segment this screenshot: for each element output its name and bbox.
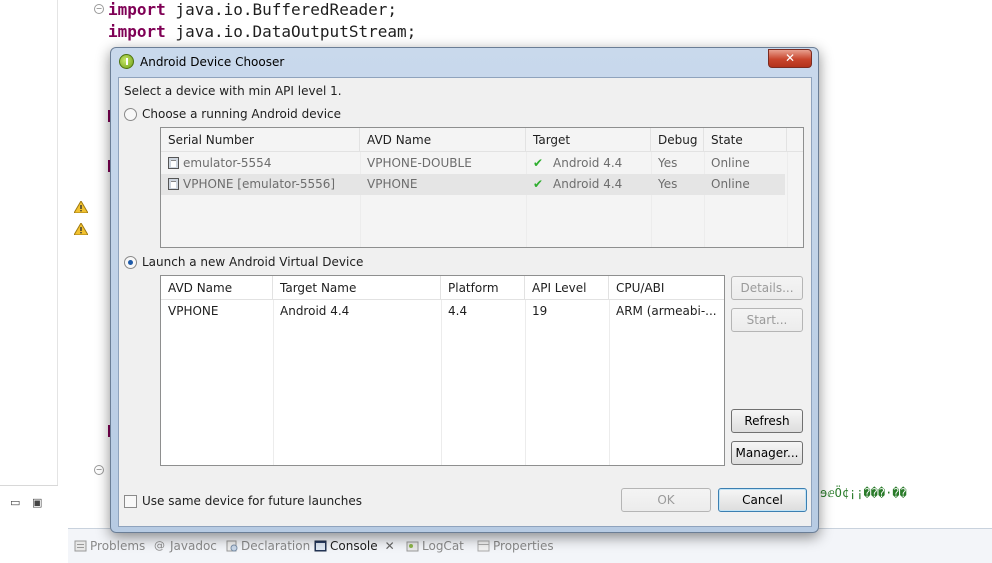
table-row[interactable]: emulator-5554 VPHONE-DOUBLE ✔ Android 4.4… bbox=[161, 153, 787, 174]
fold-toggle-icon[interactable]: − bbox=[94, 465, 104, 475]
state-cell: Online bbox=[711, 177, 750, 191]
android-device-chooser-dialog: Android Device Chooser ✕ Select a device… bbox=[110, 47, 819, 533]
column-header-target-name[interactable]: Target Name bbox=[273, 276, 441, 300]
table-row[interactable]: VPHONE [emulator-5556] VPHONE ✔ Android 4… bbox=[161, 174, 785, 195]
column-divider bbox=[609, 300, 610, 465]
device-icon bbox=[168, 178, 179, 190]
package-explorer-panel bbox=[0, 0, 58, 485]
avd-table: AVD Name Target Name Platform API Level … bbox=[160, 275, 725, 466]
table-row[interactable]: VPHONE Android 4.4 4.4 19 ARM (armeabi-.… bbox=[161, 301, 724, 322]
same-device-checkbox[interactable] bbox=[124, 494, 137, 508]
garbled-console-text: ɘⅇÖ¢¡¡���·�� bbox=[820, 486, 907, 500]
manager-button[interactable]: Manager... bbox=[731, 441, 803, 465]
serial-cell: VPHONE [emulator-5556] bbox=[161, 174, 360, 195]
ok-button[interactable]: OK bbox=[621, 488, 711, 512]
android-adt-icon bbox=[119, 54, 134, 69]
cpu-abi-cell: ARM (armeabi-... bbox=[616, 304, 717, 318]
column-header-platform[interactable]: Platform bbox=[441, 276, 525, 300]
problems-icon bbox=[74, 540, 87, 552]
column-header-state[interactable]: State bbox=[704, 128, 787, 152]
target-name-cell: Android 4.4 bbox=[280, 304, 350, 318]
warning-marker-icon[interactable] bbox=[74, 223, 88, 235]
view-tabs-bar: Problems @ Javadoc Declaration Console ✕… bbox=[68, 528, 992, 563]
code-line: import java.io.DataOutputStream; bbox=[108, 22, 417, 41]
close-tab-icon[interactable]: ✕ bbox=[385, 539, 395, 553]
min-api-prompt: Select a device with min API level 1. bbox=[124, 84, 342, 98]
debug-cell: Yes bbox=[658, 156, 678, 170]
check-icon: ✔ bbox=[533, 156, 544, 170]
tab-properties[interactable]: Properties bbox=[477, 539, 554, 553]
close-button[interactable]: ✕ bbox=[768, 49, 812, 68]
minimize-icon[interactable]: ▭ bbox=[10, 496, 20, 509]
logcat-icon bbox=[406, 540, 419, 552]
properties-icon bbox=[477, 540, 490, 552]
warning-marker-icon[interactable] bbox=[74, 201, 88, 213]
column-divider bbox=[787, 152, 788, 247]
tab-javadoc[interactable]: @ Javadoc bbox=[154, 539, 217, 553]
choose-running-device-option[interactable]: Choose a running Android device bbox=[124, 107, 341, 121]
avd-cell: VPHONE bbox=[367, 177, 418, 191]
code-line: import java.io.BufferedReader; bbox=[108, 0, 397, 19]
target-cell: ✔ Android 4.4 bbox=[526, 174, 651, 195]
api-level-cell: 19 bbox=[532, 304, 548, 318]
platform-cell: 4.4 bbox=[448, 304, 468, 318]
start-button[interactable]: Start... bbox=[731, 308, 803, 332]
refresh-button[interactable]: Refresh bbox=[731, 409, 803, 433]
running-device-label: Choose a running Android device bbox=[142, 107, 342, 121]
tab-problems[interactable]: Problems bbox=[74, 539, 145, 553]
maximize-icon[interactable]: ▣ bbox=[32, 496, 42, 509]
running-devices-table: Serial Number AVD Name Target Debug Stat… bbox=[160, 127, 804, 248]
column-divider bbox=[525, 300, 526, 465]
launch-new-avd-option[interactable]: Launch a new Android Virtual Device bbox=[124, 255, 363, 269]
device-icon bbox=[168, 157, 179, 169]
declaration-icon bbox=[225, 540, 238, 552]
editor-ruler bbox=[68, 0, 90, 520]
tab-console[interactable]: Console ✕ bbox=[314, 539, 395, 553]
minimized-panel: ▭ ▣ bbox=[0, 485, 58, 563]
cancel-button[interactable]: Cancel bbox=[718, 488, 807, 512]
column-header-avd-name[interactable]: AVD Name bbox=[161, 276, 273, 300]
details-button[interactable]: Details... bbox=[731, 276, 803, 300]
column-divider bbox=[441, 300, 442, 465]
avd-name-cell: VPHONE bbox=[168, 304, 219, 318]
launch-avd-radio[interactable] bbox=[124, 255, 137, 269]
tab-logcat[interactable]: LogCat bbox=[406, 539, 464, 553]
dialog-title: Android Device Chooser bbox=[140, 55, 285, 69]
column-header-cpu-abi[interactable]: CPU/ABI bbox=[609, 276, 724, 300]
column-header-avd[interactable]: AVD Name bbox=[360, 128, 526, 152]
keyword: import bbox=[108, 22, 166, 41]
fold-toggle-icon[interactable]: − bbox=[94, 4, 104, 14]
keyword: import bbox=[108, 0, 166, 19]
same-device-label: Use same device for future launches bbox=[142, 494, 363, 508]
at-icon: @ bbox=[154, 539, 165, 552]
console-icon bbox=[314, 540, 327, 552]
table-header: Serial Number AVD Name Target Debug Stat… bbox=[161, 128, 803, 152]
dialog-titlebar[interactable]: Android Device Chooser ✕ bbox=[111, 48, 818, 76]
debug-cell: Yes bbox=[658, 177, 678, 191]
same-device-option[interactable]: Use same device for future launches bbox=[124, 494, 362, 508]
dialog-body: Select a device with min API level 1. Ch… bbox=[118, 77, 812, 527]
avd-cell: VPHONE-DOUBLE bbox=[367, 156, 472, 170]
table-header: AVD Name Target Name Platform API Level … bbox=[161, 276, 724, 300]
launch-avd-label: Launch a new Android Virtual Device bbox=[142, 255, 364, 269]
column-header-debug[interactable]: Debug bbox=[651, 128, 704, 152]
serial-cell: emulator-5554 bbox=[161, 153, 360, 174]
column-divider bbox=[273, 300, 274, 465]
column-header-api-level[interactable]: API Level bbox=[525, 276, 609, 300]
target-cell: ✔ Android 4.4 bbox=[526, 153, 651, 174]
column-header-target[interactable]: Target bbox=[526, 128, 651, 152]
state-cell: Online bbox=[711, 156, 750, 170]
tab-declaration[interactable]: Declaration bbox=[225, 539, 310, 553]
running-device-radio[interactable] bbox=[124, 107, 137, 121]
column-header-serial[interactable]: Serial Number bbox=[161, 128, 360, 152]
check-icon: ✔ bbox=[533, 177, 544, 191]
